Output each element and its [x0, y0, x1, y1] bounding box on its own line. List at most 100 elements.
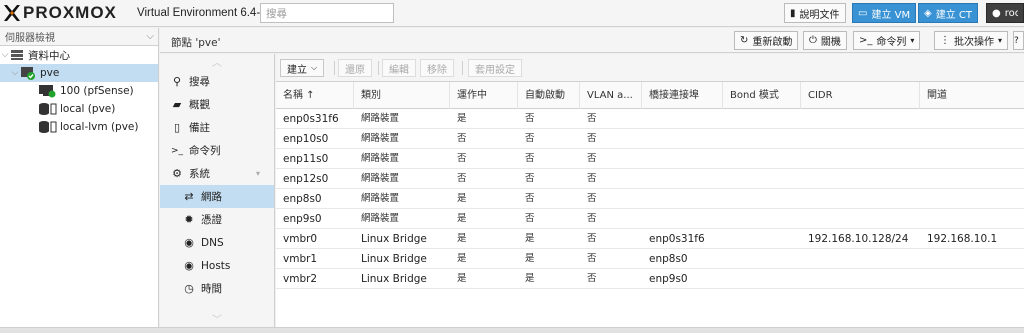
cell-name: vmbr0	[283, 233, 318, 245]
create-button[interactable]: 建立 ⌵	[280, 59, 325, 77]
cell-name: enp8s0	[283, 193, 322, 205]
nav-certificates[interactable]: ✹ 憑證	[160, 208, 274, 231]
cell-cidr	[801, 149, 808, 169]
cell-cidr	[801, 109, 808, 129]
cell-gateway	[920, 109, 927, 129]
nav-dns[interactable]: ◉ DNS	[160, 231, 274, 254]
table-row[interactable]: enp10s0 網路裝置 否 否 否	[276, 129, 1024, 149]
help-icon: ?	[1014, 35, 1019, 46]
cell-vlan: 否	[587, 273, 597, 284]
cell-bridge-ports	[642, 209, 649, 229]
book-icon: ▮	[790, 7, 796, 19]
version-label: Virtual Environment 6.4-4	[137, 7, 267, 19]
column-header-type[interactable]: 類別	[354, 82, 450, 109]
cell-bridge-ports	[642, 129, 649, 149]
revert-button[interactable]: 還原	[338, 59, 372, 77]
cell-autostart: 否	[525, 173, 535, 184]
table-row[interactable]: enp11s0 網路裝置 否 否 否	[276, 149, 1024, 169]
nav-summary[interactable]: ▰ 概觀	[160, 93, 274, 116]
scroll-down-icon[interactable]: ﹀	[160, 311, 274, 327]
log-panel-bar[interactable]	[0, 327, 1024, 333]
cell-cidr	[801, 209, 808, 229]
cell-name: vmbr1	[283, 253, 318, 265]
resource-tree: 伺服器檢視 ⌵ ⌵ 資料中心 ⌵ pve 100 (pfSense) local…	[0, 28, 159, 327]
table-row[interactable]: vmbr0 Linux Bridge 是 是 否 enp0s31f6 192.168.10.…	[276, 229, 1024, 249]
column-header-vlan[interactable]: VLAN a...	[580, 82, 642, 109]
nav-shell[interactable]: >_ 命令列	[160, 139, 274, 162]
edit-button[interactable]: 編輯	[382, 59, 416, 77]
server-rack-icon	[11, 50, 23, 60]
desktop-icon: ▭	[858, 7, 868, 19]
search-input[interactable]: 搜尋	[260, 3, 394, 23]
cell-name: enp12s0	[283, 173, 329, 185]
nav-system[interactable]: ⚙ 系統 ▾	[160, 162, 274, 185]
gears-icon: ⚙	[172, 167, 182, 180]
cell-bridge-ports: enp8s0	[649, 253, 688, 265]
table-row[interactable]: enp9s0 網路裝置 是 否 否	[276, 209, 1024, 229]
column-header-bond-mode[interactable]: Bond 模式	[723, 82, 801, 109]
nav-hosts[interactable]: ◉ Hosts	[160, 254, 274, 277]
collapse-icon[interactable]: ⌵	[0, 50, 10, 60]
scroll-up-icon[interactable]: ︿	[160, 54, 274, 70]
table-row[interactable]: enp8s0 網路裝置 是 否 否	[276, 189, 1024, 209]
certificate-icon: ✹	[184, 213, 194, 226]
cell-cidr	[801, 189, 808, 209]
cell-gateway	[920, 169, 927, 189]
cell-bond-mode	[723, 209, 730, 229]
tree-item-storage-local-lvm[interactable]: local-lvm (pve)	[0, 118, 158, 136]
column-header-active[interactable]: 運作中	[450, 82, 518, 109]
cell-name: enp9s0	[283, 213, 322, 225]
table-row[interactable]: vmbr2 Linux Bridge 是 是 否 enp9s0	[276, 269, 1024, 289]
clock-icon: ◷	[184, 282, 194, 295]
cell-gateway	[920, 269, 927, 289]
search-icon: ⚲	[172, 75, 182, 88]
cell-gateway	[920, 209, 927, 229]
column-header-name[interactable]: 名稱 ↑	[276, 82, 354, 109]
shutdown-button[interactable]: ⏻ 關機	[803, 31, 847, 50]
tree-item-pve[interactable]: ⌵ pve	[0, 64, 158, 82]
apply-config-button[interactable]: 套用設定	[468, 59, 522, 77]
chevron-down-icon: ▾	[255, 169, 260, 178]
exchange-icon: ⇄	[184, 190, 194, 203]
cell-bridge-ports	[642, 189, 649, 209]
docs-button[interactable]: ▮ 說明文件	[784, 3, 846, 23]
chevron-down-icon: ⌵	[146, 31, 154, 42]
cell-active: 是	[457, 213, 467, 224]
cell-type: 網路裝置	[361, 153, 400, 164]
column-header-gateway[interactable]: 閘道	[920, 82, 1024, 109]
cell-cidr	[801, 249, 808, 269]
bulk-actions-button[interactable]: ⋮ 批次操作 ▾	[934, 31, 1009, 50]
collapse-icon[interactable]: ⌵	[10, 68, 20, 78]
create-vm-button[interactable]: ▭ 建立 VM	[852, 3, 917, 23]
nav-search[interactable]: ⚲ 搜尋	[160, 70, 274, 93]
cell-bridge-ports	[642, 149, 649, 169]
user-menu-button[interactable]: ● root@	[986, 3, 1024, 23]
tree-item-storage-local[interactable]: local (pve)	[0, 100, 158, 118]
nav-network[interactable]: ⇄ 網路	[160, 185, 274, 208]
table-row[interactable]: vmbr1 Linux Bridge 是 是 否 enp8s0	[276, 249, 1024, 269]
remove-button[interactable]: 移除	[420, 59, 454, 77]
cell-autostart: 否	[525, 213, 535, 224]
node-online-icon	[21, 67, 35, 80]
cell-gateway	[920, 189, 927, 209]
reboot-button[interactable]: ↻ 重新啟動	[734, 31, 799, 50]
shell-button[interactable]: >_ 命令列 ▾	[853, 31, 921, 50]
create-ct-button[interactable]: ◈ 建立 CT	[918, 3, 978, 23]
tree-item-datacenter[interactable]: ⌵ 資料中心	[0, 46, 158, 64]
column-header-bridge-ports[interactable]: 橋接連接埠	[642, 82, 723, 109]
cell-type: 網路裝置	[361, 173, 400, 184]
globe-icon: ◉	[184, 236, 194, 249]
nav-time[interactable]: ◷ 時間	[160, 277, 274, 300]
help-button[interactable]: ?	[1013, 31, 1024, 50]
cell-type: Linux Bridge	[361, 253, 427, 265]
table-row[interactable]: enp0s31f6 網路裝置 是 否 否	[276, 109, 1024, 129]
column-header-autostart[interactable]: 自動啟動	[518, 82, 580, 109]
cell-gateway	[920, 149, 927, 169]
column-header-cidr[interactable]: CIDR	[801, 82, 920, 109]
tree-item-vm-100[interactable]: 100 (pfSense)	[0, 82, 158, 100]
cell-gateway	[920, 249, 927, 269]
cell-bond-mode	[723, 269, 730, 289]
nav-notes[interactable]: ▯ 備註	[160, 116, 274, 139]
table-row[interactable]: enp12s0 網路裝置 否 否 否	[276, 169, 1024, 189]
view-selector[interactable]: 伺服器檢視 ⌵	[0, 28, 158, 46]
